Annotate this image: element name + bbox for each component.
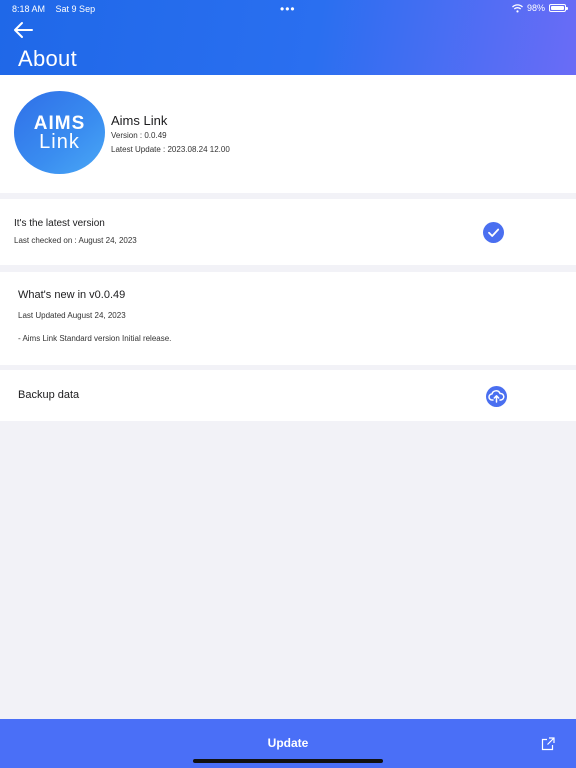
status-date: Sat 9 Sep [55, 4, 96, 14]
status-time: 8:18 AM [12, 4, 46, 14]
last-checked-text: Last checked on : August 24, 2023 [14, 236, 137, 245]
app-latest-update: Latest Update : 2023.08.24 12.00 [111, 145, 230, 154]
update-button-label: Update [267, 736, 309, 750]
whats-new-card: What's new in v0.0.49 Last Updated Augus… [0, 272, 576, 365]
multitasking-dots-icon[interactable]: ••• [280, 2, 296, 16]
app-name: Aims Link [111, 113, 168, 128]
release-note: - Aims Link Standard version Initial rel… [18, 334, 172, 343]
header: 8:18 AM Sat 9 Sep ••• 98% About [0, 0, 576, 75]
status-left: 8:18 AM Sat 9 Sep [12, 4, 103, 14]
back-button[interactable] [12, 20, 36, 42]
status-right: 98% [512, 3, 568, 13]
home-indicator[interactable] [193, 759, 383, 763]
app-info-card: AIMS Link Aims Link Version : 0.0.49 Lat… [0, 75, 576, 193]
checkmark-circle-icon [483, 222, 504, 243]
external-link-icon[interactable] [541, 737, 555, 751]
page-title: About [18, 46, 77, 71]
status-bar: 8:18 AM Sat 9 Sep ••• 98% [0, 0, 576, 18]
logo-wordmark-bottom: Link [39, 131, 80, 153]
battery-percent: 98% [526, 3, 545, 13]
app-version: Version : 0.0.49 [111, 131, 167, 140]
latest-version-card: It's the latest version Last checked on … [0, 199, 576, 265]
backup-data-row[interactable]: Backup data [0, 370, 576, 421]
app-logo: AIMS Link [14, 91, 105, 174]
wifi-icon [512, 3, 523, 12]
arrow-left-icon [14, 22, 33, 38]
backup-data-label: Backup data [18, 389, 80, 401]
battery-icon [549, 4, 568, 12]
latest-version-title: It's the latest version [14, 218, 105, 229]
whats-new-title: What's new in v0.0.49 [18, 289, 126, 301]
battery-fill [551, 6, 564, 10]
whats-new-date: Last Updated August 24, 2023 [18, 311, 126, 320]
cloud-upload-icon[interactable] [486, 386, 507, 407]
